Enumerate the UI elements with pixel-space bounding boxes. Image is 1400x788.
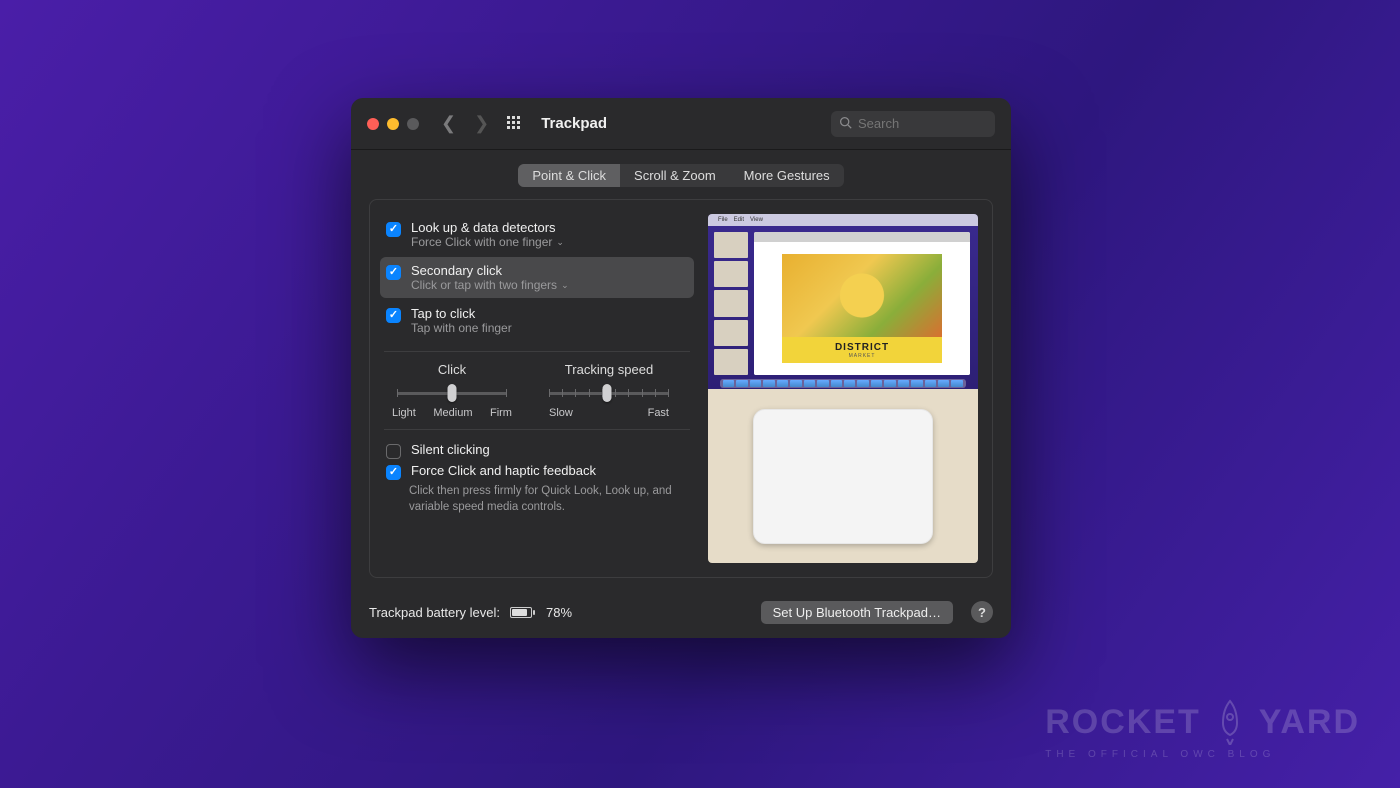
option-secondary-sub[interactable]: Click or tap with two fingers [411,278,557,292]
gesture-preview: FileEditView DISTRICT MARKET [708,214,978,563]
chevron-down-icon[interactable]: ⌄ [556,237,564,248]
tab-more-gestures[interactable]: More Gestures [730,164,844,187]
battery-percent: 78% [546,605,572,620]
option-secondary-title: Secondary click [411,263,569,278]
option-lookup-sub[interactable]: Force Click with one finger [411,235,552,249]
battery-icon [510,607,532,618]
preview-screen: FileEditView DISTRICT MARKET [708,214,978,389]
watermark-brand-left: ROCKET [1045,703,1201,742]
option-silent-clicking[interactable]: Silent clicking [384,440,690,461]
slider-click-min: Light [392,407,416,419]
option-tap-title: Tap to click [411,306,512,321]
watermark-tagline: THE OFFICIAL OWC BLOG [1045,749,1360,760]
slider-tracking-knob[interactable] [602,384,611,402]
search-input[interactable] [858,116,987,131]
preview-menubar: FileEditView [708,214,978,226]
option-silent-title: Silent clicking [411,442,490,457]
search-field[interactable] [831,111,995,137]
slider-tracking-min: Slow [549,407,573,419]
preview-desk [708,389,978,563]
system-preferences-window: ❮ ❯ Trackpad Point & Click Scroll & Zoom… [351,98,1011,638]
poster-title: DISTRICT [835,342,889,353]
window-controls [367,118,419,130]
divider [384,429,690,430]
slider-tracking-track[interactable] [549,383,669,403]
watermark: ROCKET YARD THE OFFICIAL OWC BLOG [1045,699,1360,760]
rocket-icon [1215,699,1245,745]
tab-point-click[interactable]: Point & Click [518,164,620,187]
close-button[interactable] [367,118,379,130]
battery-label: Trackpad battery level: [369,605,500,620]
preview-poster: DISTRICT MARKET [778,250,946,367]
grid-icon[interactable] [507,116,523,132]
slider-click-mid: Medium [433,407,472,419]
help-button[interactable]: ? [971,601,993,623]
option-force-desc: Click then press firmly for Quick Look, … [409,484,690,515]
checkbox-tap[interactable] [386,308,401,323]
preview-app-window: DISTRICT MARKET [754,232,970,375]
preview-thumbs [714,232,748,375]
forward-button[interactable]: ❯ [474,113,489,134]
option-secondary-click[interactable]: Secondary click Click or tap with two fi… [380,257,694,298]
option-lookup[interactable]: Look up & data detectors Force Click wit… [380,214,694,255]
titlebar: ❮ ❯ Trackpad [351,98,1011,150]
setup-bluetooth-button[interactable]: Set Up Bluetooth Trackpad… [761,601,953,624]
divider [384,351,690,352]
slider-click: Click Light Medium Firm [392,362,512,419]
option-tap-sub: Tap with one finger [411,321,512,335]
slider-tracking-max: Fast [648,407,669,419]
slider-tracking-label: Tracking speed [565,362,653,377]
watermark-brand-right: YARD [1259,703,1360,742]
slider-tracking: Tracking speed Slow Fast [544,362,674,419]
slider-click-knob[interactable] [448,384,457,402]
slider-click-track[interactable] [397,383,507,403]
footer: Trackpad battery level: 78% Set Up Bluet… [351,590,1011,638]
slider-click-label: Click [438,362,466,377]
slider-click-max: Firm [490,407,512,419]
settings-panel: Look up & data detectors Force Click wit… [369,199,993,578]
tab-bar: Point & Click Scroll & Zoom More Gesture… [518,164,843,187]
minimize-button[interactable] [387,118,399,130]
poster-sub: MARKET [849,353,876,359]
checkbox-silent[interactable] [386,444,401,459]
tab-scroll-zoom[interactable]: Scroll & Zoom [620,164,730,187]
preview-dock [720,379,966,388]
checkbox-lookup[interactable] [386,222,401,237]
zoom-button[interactable] [407,118,419,130]
option-tap-to-click[interactable]: Tap to click Tap with one finger [380,300,694,341]
option-lookup-title: Look up & data detectors [411,220,564,235]
option-force-click[interactable]: Force Click and haptic feedback [384,461,690,482]
checkbox-secondary[interactable] [386,265,401,280]
option-force-title: Force Click and haptic feedback [411,463,596,478]
chevron-down-icon[interactable]: ⌄ [561,280,569,291]
window-title: Trackpad [541,115,607,132]
search-icon [839,116,852,132]
checkbox-force[interactable] [386,465,401,480]
back-button[interactable]: ❮ [441,113,456,134]
preview-trackpad [753,409,933,544]
